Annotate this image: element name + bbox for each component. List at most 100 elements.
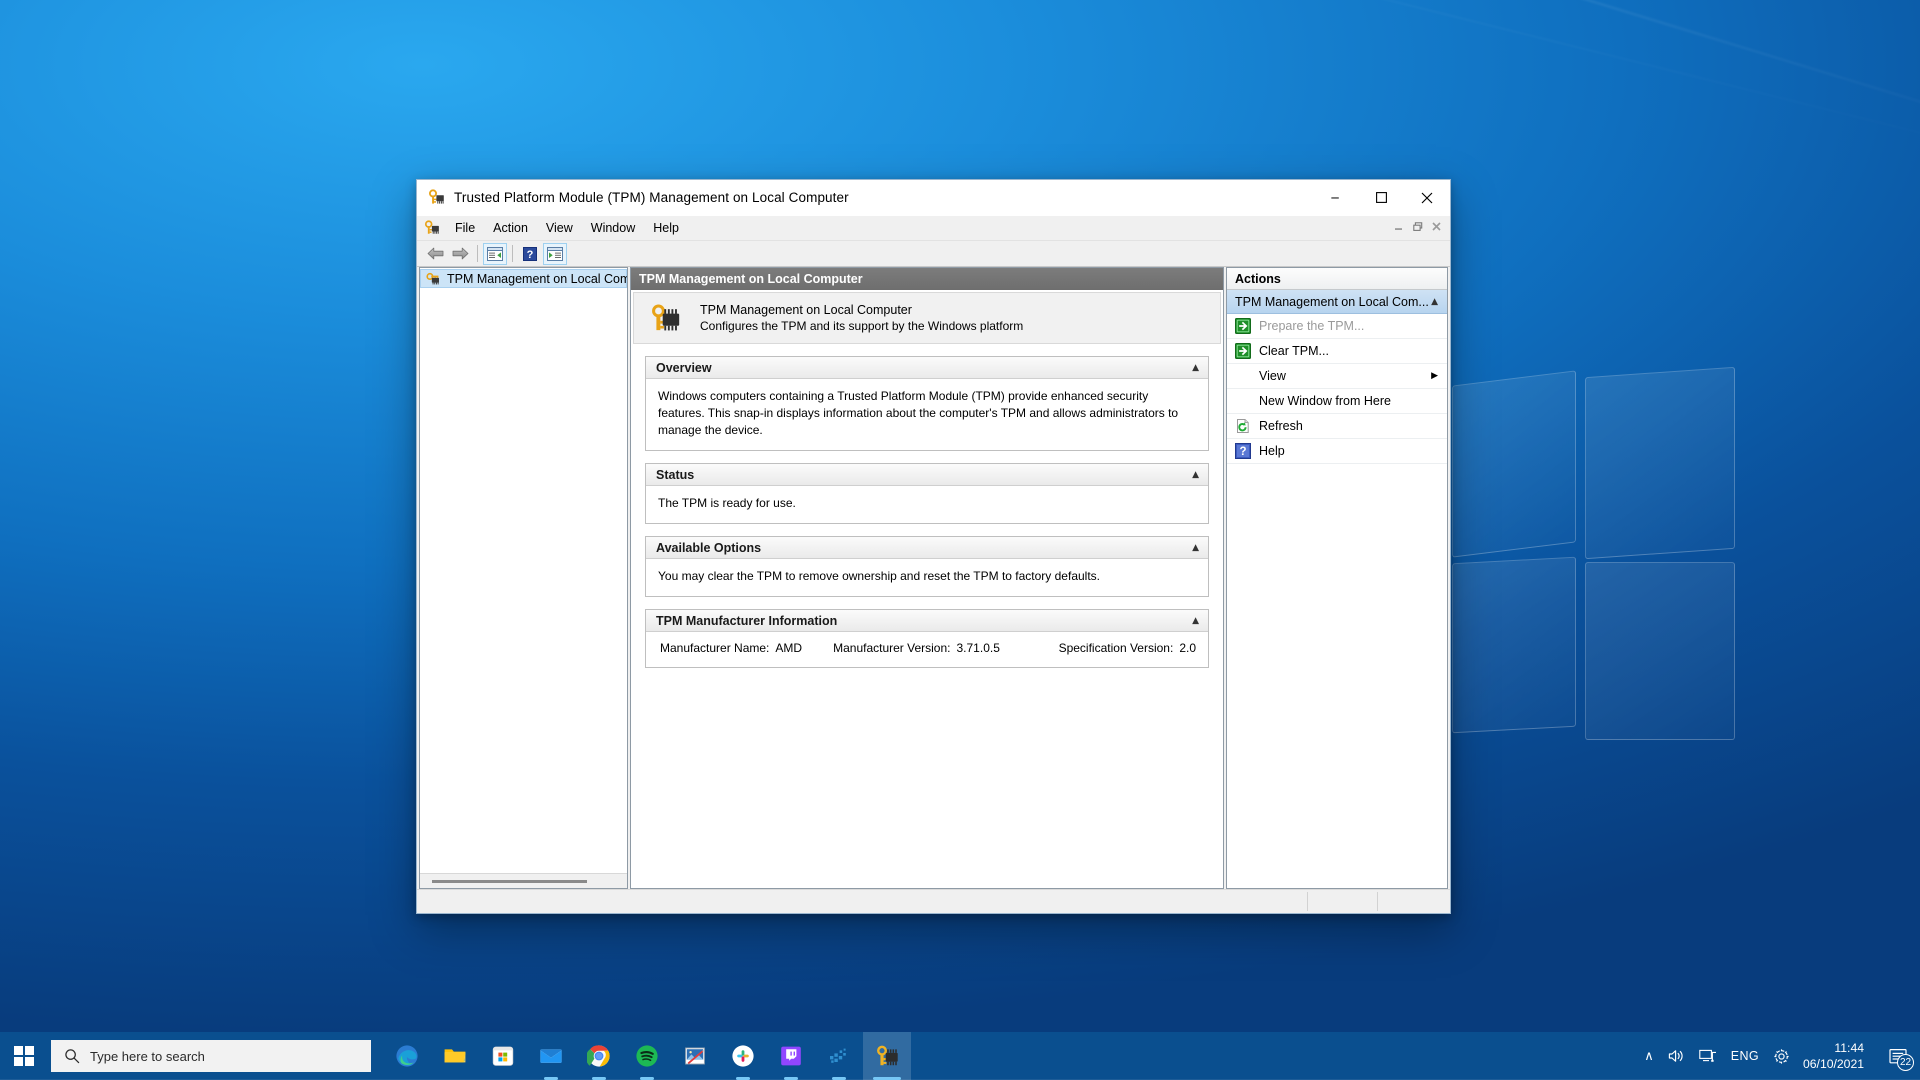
- notification-center-button[interactable]: 22: [1876, 1032, 1920, 1080]
- toolbar-show-hide-console-tree-button[interactable]: [483, 243, 507, 265]
- taskbar-app-photos[interactable]: [671, 1032, 719, 1080]
- taskbar-app-file-explorer[interactable]: [431, 1032, 479, 1080]
- status-card: Status ▲ The TPM is ready for use.: [645, 463, 1209, 524]
- tpm-key-chip-icon: [428, 189, 445, 206]
- taskbar-app-mail[interactable]: [527, 1032, 575, 1080]
- taskbar-app-tpm-management[interactable]: [863, 1032, 911, 1080]
- menu-view[interactable]: View: [537, 218, 582, 239]
- action-label: Clear TPM...: [1259, 344, 1438, 358]
- menu-help[interactable]: Help: [644, 218, 688, 239]
- back-arrow-icon: [427, 247, 444, 260]
- toolbar-help-button[interactable]: ?: [518, 243, 542, 265]
- tray-language-button[interactable]: ENG: [1724, 1032, 1766, 1080]
- action-refresh[interactable]: Refresh: [1227, 414, 1447, 439]
- available-options-card-header[interactable]: Available Options ▲: [646, 537, 1208, 559]
- taskbar-app-microsoft-store[interactable]: [479, 1032, 527, 1080]
- tree-horizontal-scrollbar[interactable]: [420, 873, 627, 888]
- taskbar-app-blue-app[interactable]: [815, 1032, 863, 1080]
- notification-badge: 22: [1897, 1054, 1914, 1071]
- clock-date: 06/10/2021: [1803, 1056, 1864, 1072]
- minimize-icon: ─: [1331, 192, 1338, 204]
- action-prepare-the-tpm[interactable]: Prepare the TPM...: [1227, 314, 1447, 339]
- action-new-window-from-here[interactable]: New Window from Here: [1227, 389, 1447, 414]
- status-bar: [417, 889, 1450, 913]
- specification-version-value: 2.0: [1179, 641, 1196, 655]
- taskbar-app-spotify[interactable]: [623, 1032, 671, 1080]
- taskbar-app-twitch[interactable]: [767, 1032, 815, 1080]
- action-label: New Window from Here: [1259, 394, 1438, 408]
- taskbar-search-box[interactable]: Type here to search: [51, 1040, 371, 1072]
- close-icon: [1432, 222, 1441, 231]
- tpm-management-window[interactable]: Trusted Platform Module (TPM) Management…: [416, 179, 1451, 914]
- tray-show-hidden-icons-button[interactable]: ∧: [1637, 1032, 1661, 1080]
- tpm-banner-texts: TPM Management on Local Computer Configu…: [700, 303, 1023, 333]
- toolbar-forward-button[interactable]: [448, 243, 472, 265]
- manufacturer-info-card-header[interactable]: TPM Manufacturer Information ▲: [646, 610, 1208, 632]
- overview-card-body: Windows computers containing a Trusted P…: [646, 379, 1208, 450]
- taskbar-app-microsoft-edge[interactable]: [383, 1032, 431, 1080]
- svg-text:?: ?: [1239, 446, 1246, 458]
- mdi-minimize-button[interactable]: [1389, 218, 1408, 235]
- taskbar-app-slack[interactable]: [719, 1032, 767, 1080]
- taskbar-app-buttons[interactable]: [383, 1032, 911, 1080]
- taskbar[interactable]: Type here to search: [0, 1032, 1920, 1080]
- google-chrome-icon: [587, 1044, 611, 1068]
- chevron-up-icon[interactable]: ▲: [1431, 297, 1438, 307]
- specification-version-field: Specification Version: 2.0: [1059, 641, 1196, 655]
- tree-scrollbar-thumb[interactable]: [432, 880, 587, 883]
- tree-item-tpm-management[interactable]: TPM Management on Local Comp: [420, 269, 627, 288]
- status-card-title: Status: [656, 468, 694, 482]
- available-options-card-text: You may clear the TPM to remove ownershi…: [658, 568, 1196, 585]
- toolbar[interactable]: ?: [417, 241, 1450, 267]
- desktop-logo-pane: [1585, 562, 1735, 740]
- desktop-logo-pane: [1452, 557, 1576, 733]
- start-button[interactable]: [0, 1032, 48, 1080]
- tpm-banner: TPM Management on Local Computer Configu…: [633, 292, 1221, 344]
- mdi-close-button[interactable]: [1427, 218, 1446, 235]
- manufacturer-name-field: Manufacturer Name: AMD: [660, 641, 802, 655]
- overview-card-header[interactable]: Overview ▲: [646, 357, 1208, 379]
- blue-app-icon: [827, 1044, 851, 1068]
- menu-file[interactable]: File: [446, 218, 484, 239]
- toolbar-show-hide-action-pane-button[interactable]: [543, 243, 567, 265]
- window-titlebar[interactable]: Trusted Platform Module (TPM) Management…: [417, 180, 1450, 216]
- mdi-restore-button[interactable]: [1408, 218, 1427, 235]
- menubar[interactable]: File Action View Window Help: [417, 216, 1450, 241]
- window-close-button[interactable]: [1404, 180, 1450, 215]
- chevron-up-icon[interactable]: ▲: [1192, 543, 1199, 553]
- search-placeholder-text: Type here to search: [90, 1049, 205, 1064]
- action-label: Help: [1259, 444, 1438, 458]
- window-title: Trusted Platform Module (TPM) Management…: [454, 190, 1312, 205]
- tray-network-button[interactable]: [1692, 1032, 1724, 1080]
- tray-settings-button[interactable]: [1766, 1032, 1797, 1080]
- toolbar-separator: [512, 245, 513, 262]
- details-pane-content: TPM Management on Local Computer Configu…: [631, 290, 1223, 888]
- window-maximize-button[interactable]: [1358, 180, 1404, 215]
- desktop-light-sweep: [839, 0, 1920, 178]
- mdi-child-window-controls[interactable]: [1389, 218, 1446, 235]
- tree-item-label: TPM Management on Local Comp: [447, 272, 627, 286]
- help-icon: ?: [1235, 443, 1251, 459]
- console-tree-pane[interactable]: TPM Management on Local Comp: [419, 267, 628, 889]
- tpm-banner-title: TPM Management on Local Computer: [700, 303, 1023, 317]
- window-body: TPM Management on Local Comp TPM Managem…: [417, 267, 1450, 889]
- green-arrow-icon: [1235, 343, 1251, 359]
- tray-volume-button[interactable]: [1661, 1032, 1692, 1080]
- toolbar-back-button[interactable]: [423, 243, 447, 265]
- chevron-up-icon[interactable]: ▲: [1192, 363, 1199, 373]
- window-minimize-button[interactable]: ─: [1312, 180, 1358, 215]
- chevron-up-icon[interactable]: ▲: [1192, 470, 1199, 480]
- chevron-up-icon[interactable]: ▲: [1192, 616, 1199, 626]
- action-clear-tpm[interactable]: Clear TPM...: [1227, 339, 1447, 364]
- taskbar-clock[interactable]: 11:44 06/10/2021: [1797, 1040, 1876, 1072]
- taskbar-app-google-chrome[interactable]: [575, 1032, 623, 1080]
- menu-action[interactable]: Action: [484, 218, 537, 239]
- actions-group-header[interactable]: TPM Management on Local Com... ▲: [1227, 290, 1447, 314]
- console-tree[interactable]: TPM Management on Local Comp: [420, 268, 627, 873]
- action-help[interactable]: ? Help: [1227, 439, 1447, 464]
- menu-window[interactable]: Window: [582, 218, 644, 239]
- status-bar-segment: [1308, 892, 1378, 911]
- action-view[interactable]: View ▶: [1227, 364, 1447, 389]
- system-tray[interactable]: ∧ ENG: [1637, 1032, 1920, 1080]
- status-card-header[interactable]: Status ▲: [646, 464, 1208, 486]
